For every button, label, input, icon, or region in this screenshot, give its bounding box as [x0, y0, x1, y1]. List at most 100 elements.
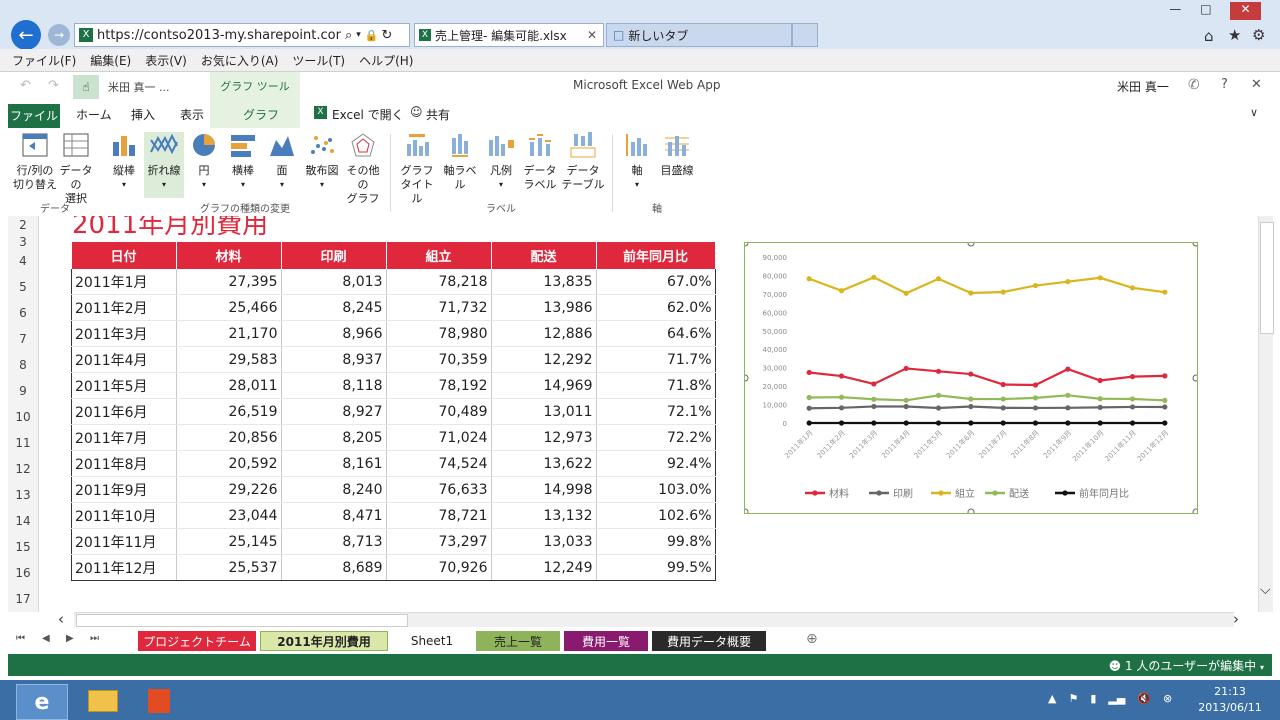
maximize-icon[interactable]: □ [1200, 2, 1211, 20]
table-cell[interactable]: 25,466 [176, 294, 282, 321]
table-cell[interactable]: 2011年11月 [71, 528, 177, 555]
menu-help[interactable]: ヘルプ(H) [359, 52, 413, 69]
redo-icon[interactable]: ↷ [48, 78, 59, 93]
table-cell[interactable]: 64.6% [596, 320, 716, 347]
vertical-scrollbar[interactable] [1258, 216, 1274, 612]
line-chart-button[interactable]: 折れ線 ▾ [144, 132, 184, 198]
browser-tab-add[interactable] [792, 23, 818, 47]
table-cell[interactable]: 78,218 [386, 269, 492, 295]
minimize-icon[interactable]: — [1169, 2, 1181, 20]
select-data-button[interactable]: データの 選択 [56, 132, 96, 206]
row-header[interactable]: 12 [8, 462, 38, 476]
axis-label-button[interactable]: 軸ラベル [440, 132, 480, 192]
worksheet-grid[interactable]: 2 3 4 5 6 7 8 9 10 11 12 13 14 15 16 17 2011年月別費用 日付 材料印… [0, 216, 1280, 612]
table-cell[interactable]: 71,732 [386, 294, 492, 321]
bar-chart-button[interactable]: 横棒 ▾ [226, 132, 260, 192]
gridlines-button[interactable]: 目盛線 [656, 132, 698, 178]
touch-mode-icon[interactable]: ☝ [73, 75, 99, 99]
flag-icon[interactable]: ⚑ [1068, 692, 1078, 705]
tab-view[interactable]: 表示 [180, 106, 204, 123]
table-cell[interactable]: 27,395 [176, 269, 282, 295]
table-cell[interactable]: 26,519 [176, 398, 282, 425]
table-cell[interactable]: 70,489 [386, 398, 492, 425]
table-cell[interactable]: 2011年10月 [71, 502, 177, 529]
ribbon-collapse-icon[interactable]: ∨ [1250, 106, 1258, 119]
row-header[interactable]: 13 [8, 488, 38, 502]
address-bar[interactable]: X https://contso2013-my.sharepoint.com/p… [74, 23, 410, 47]
column-header[interactable]: 日付 [71, 242, 177, 269]
table-cell[interactable]: 8,013 [281, 269, 387, 295]
axis-button[interactable]: 軸 ▾ [620, 132, 654, 192]
table-cell[interactable]: 2011年5月 [71, 372, 177, 399]
table-cell[interactable]: 2011年4月 [71, 346, 177, 373]
row-header[interactable]: 17 [8, 592, 38, 606]
table-cell[interactable]: 8,689 [281, 554, 387, 581]
prev-sheet-icon[interactable]: ◀ [42, 633, 50, 644]
back-button[interactable]: ← [11, 20, 41, 50]
table-cell[interactable]: 2011年2月 [71, 294, 177, 321]
table-cell[interactable]: 73,297 [386, 528, 492, 555]
window-close-icon[interactable]: ✕ [1230, 2, 1261, 20]
data-label-button[interactable]: データ ラベル [520, 132, 560, 192]
sheet-tab[interactable]: Sheet1 [392, 631, 472, 651]
explorer-taskbar-icon[interactable] [78, 684, 128, 718]
table-cell[interactable]: 2011年12月 [71, 554, 177, 581]
row-header[interactable]: 16 [8, 566, 38, 580]
table-cell[interactable]: 12,249 [491, 554, 597, 581]
table-cell[interactable]: 13,622 [491, 450, 597, 477]
table-cell[interactable]: 2011年7月 [71, 424, 177, 451]
next-sheet-icon[interactable]: ▶ [66, 633, 74, 644]
table-cell[interactable]: 78,980 [386, 320, 492, 347]
table-cell[interactable]: 29,226 [176, 476, 282, 503]
help-icon[interactable]: ? [1221, 77, 1228, 92]
chart-title-button[interactable]: グラフ タイトル [396, 132, 438, 206]
row-header[interactable]: 11 [8, 436, 38, 450]
table-cell[interactable]: 8,713 [281, 528, 387, 555]
table-cell[interactable]: 13,835 [491, 269, 597, 295]
table-cell[interactable]: 71.8% [596, 372, 716, 399]
row-header[interactable]: 15 [8, 540, 38, 554]
sheet-tab[interactable]: プロジェクトチーム [138, 631, 256, 651]
table-cell[interactable]: 8,118 [281, 372, 387, 399]
table-cell[interactable]: 8,471 [281, 502, 387, 529]
tab-home[interactable]: ホーム [76, 106, 112, 123]
pie-chart-button[interactable]: 円 ▾ [188, 132, 220, 192]
table-cell[interactable]: 76,633 [386, 476, 492, 503]
menu-view[interactable]: 表示(V) [145, 52, 187, 69]
tab-insert[interactable]: 挿入 [131, 106, 155, 123]
close-icon[interactable]: ✕ [1251, 77, 1262, 92]
data-table-button[interactable]: データ テーブル [560, 132, 606, 192]
scroll-left-arrow-icon[interactable]: ‹ [58, 610, 64, 628]
table-cell[interactable]: 2011年1月 [71, 269, 177, 295]
browser-tab-active[interactable]: X 売上管理- 編集可能.xlsx ✕ [414, 23, 604, 47]
row-header[interactable]: 6 [8, 306, 38, 320]
horizontal-scrollbar[interactable] [74, 612, 1234, 627]
menu-file[interactable]: ファイル(F) [12, 52, 76, 69]
table-cell[interactable]: 2011年8月 [71, 450, 177, 477]
row-header[interactable]: 9 [8, 384, 38, 398]
last-sheet-icon[interactable]: ⏭ [90, 633, 99, 644]
table-cell[interactable]: 13,011 [491, 398, 597, 425]
table-cell[interactable]: 72.1% [596, 398, 716, 425]
table-cell[interactable]: 70,926 [386, 554, 492, 581]
share-button[interactable]: 共有 [426, 106, 450, 123]
table-cell[interactable]: 8,937 [281, 346, 387, 373]
volume-muted-icon[interactable]: 🔇 [1137, 692, 1151, 705]
battery-icon[interactable]: ▮ [1090, 692, 1096, 705]
row-header[interactable]: 14 [8, 514, 38, 528]
scroll-down-icon[interactable]: ⌵ [1260, 582, 1271, 598]
table-cell[interactable]: 78,721 [386, 502, 492, 529]
browser-tab-new[interactable]: □ 新しいタブ [606, 23, 792, 47]
column-header[interactable]: 配送 [491, 242, 597, 269]
table-cell[interactable]: 8,245 [281, 294, 387, 321]
table-cell[interactable]: 23,044 [176, 502, 282, 529]
sheet-tab[interactable]: 2011年月別費用 [260, 631, 388, 651]
row-header[interactable]: 2 [8, 218, 38, 232]
table-cell[interactable]: 92.4% [596, 450, 716, 477]
tab-file[interactable]: ファイル [8, 104, 60, 128]
table-cell[interactable]: 12,886 [491, 320, 597, 347]
scroll-right-arrow-icon[interactable]: › [1233, 610, 1239, 628]
table-cell[interactable]: 71.7% [596, 346, 716, 373]
table-cell[interactable]: 14,998 [491, 476, 597, 503]
menu-favorites[interactable]: お気に入り(A) [201, 52, 279, 69]
